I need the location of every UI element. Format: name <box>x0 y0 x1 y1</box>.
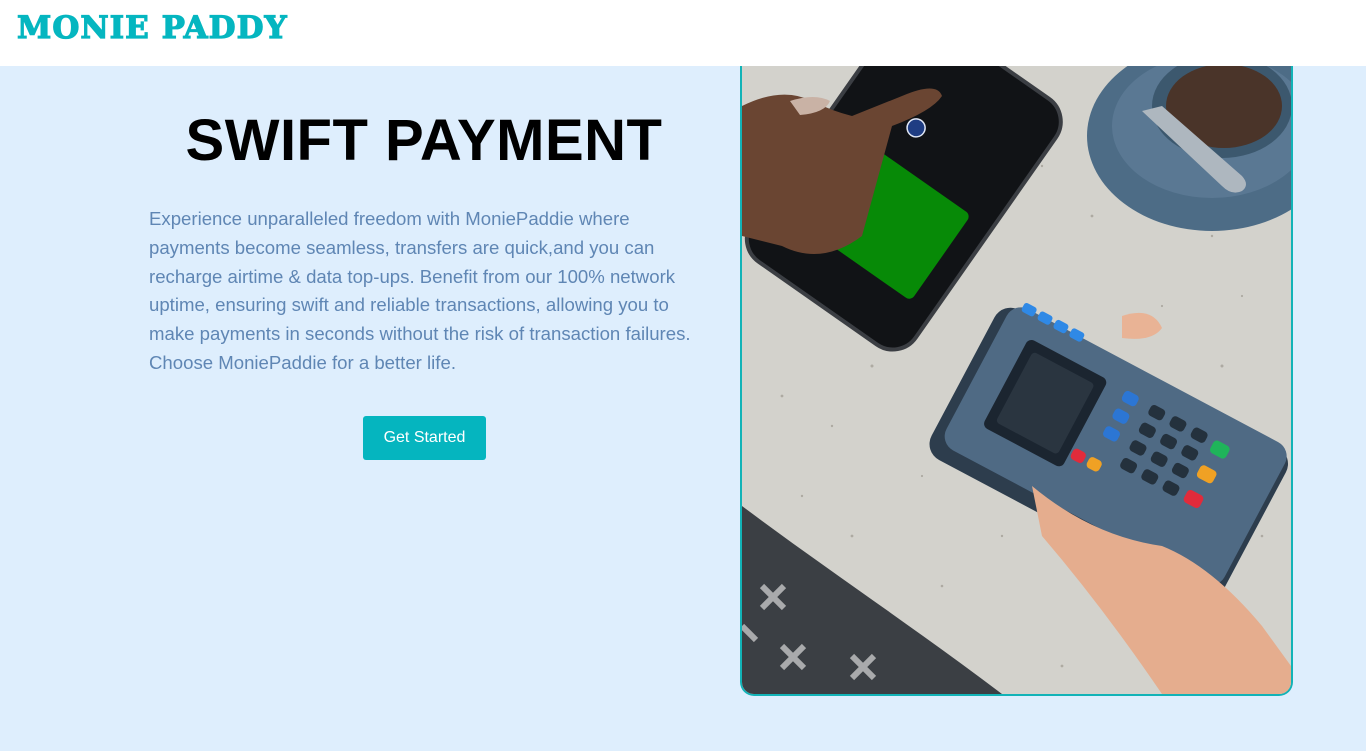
brand-logo[interactable]: MONIE PADDY <box>16 9 288 47</box>
hero-title: SWIFT PAYMENT <box>185 108 663 173</box>
contactless-payment-photo <box>742 66 1291 694</box>
get-started-button[interactable]: Get Started <box>363 416 486 460</box>
hero-image <box>740 66 1293 696</box>
hero-section: SWIFT PAYMENT Experience unparalleled fr… <box>0 66 1366 751</box>
top-navbar: MONIE PADDY <box>0 0 1366 66</box>
hero-description: Experience unparalleled freedom with Mon… <box>149 208 691 373</box>
